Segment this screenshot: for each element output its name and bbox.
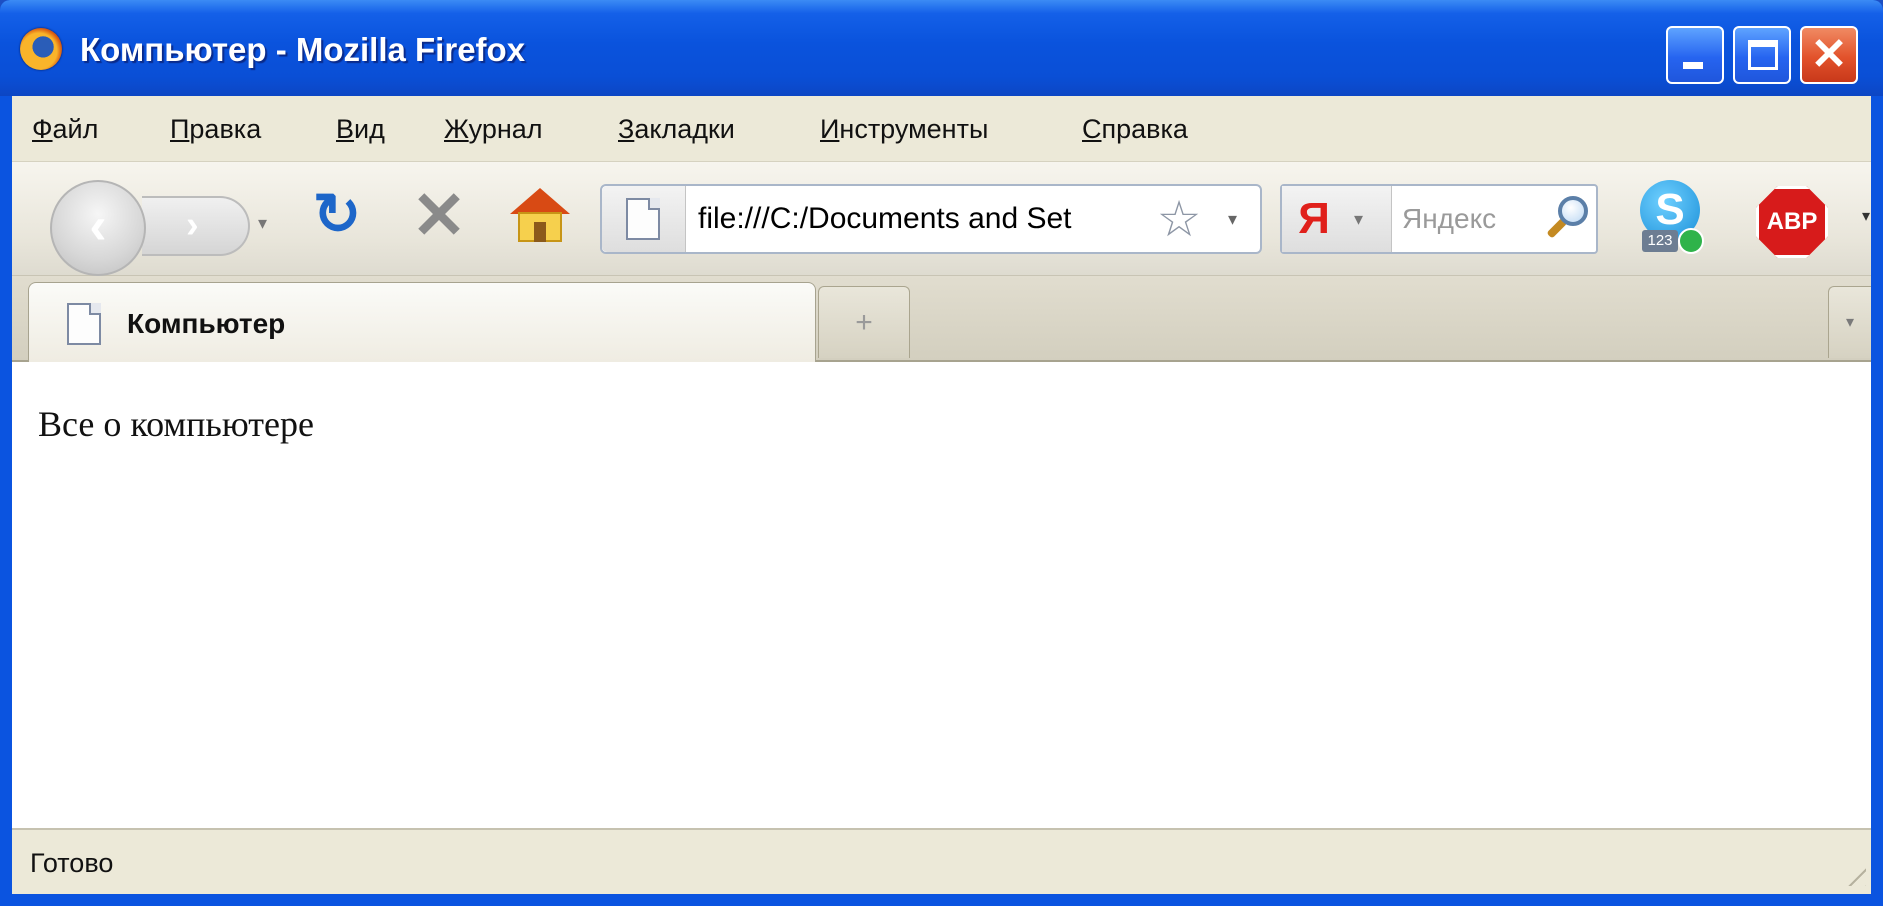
menu-history-accel: Ж — [444, 114, 469, 144]
stop-button[interactable]: ✕ — [408, 182, 470, 248]
menu-file[interactable]: Файл — [32, 111, 98, 147]
menu-history-label: урнал — [468, 114, 543, 144]
list-all-tabs-button[interactable]: ▾ — [1828, 286, 1871, 358]
menu-help[interactable]: Справка — [1082, 111, 1188, 147]
address-bar[interactable]: file:///C:/Documents and Set ☆ ▾ — [600, 184, 1262, 254]
firefox-icon[interactable] — [20, 28, 62, 70]
window-title: Компьютер - Mozilla Firefox — [80, 31, 526, 68]
title-bar[interactable]: Компьютер - Mozilla Firefox ✕ — [0, 0, 1883, 96]
toolbar-overflow-icon[interactable]: ▾ — [1862, 209, 1876, 225]
skype-status-icon — [1678, 228, 1704, 254]
navigation-toolbar: › ‹ ▾ ↻ ✕ file:///C:/Documents and Set ☆… — [12, 162, 1871, 276]
page-text: Все о компьютере — [38, 404, 314, 444]
menu-file-accel: Ф — [32, 114, 53, 144]
page-icon — [67, 303, 101, 345]
menu-view-label: ид — [354, 114, 385, 144]
reload-button[interactable]: ↻ — [308, 186, 366, 244]
home-icon — [510, 188, 570, 214]
yandex-icon: Я — [1298, 194, 1330, 243]
menu-edit[interactable]: Правка — [170, 111, 261, 147]
search-icon-lens — [1558, 196, 1588, 226]
status-bar: Готово — [12, 828, 1871, 894]
reload-icon: ↻ — [312, 182, 362, 247]
forward-button[interactable]: › — [142, 196, 250, 256]
search-bar[interactable]: Я ▾ — [1280, 184, 1598, 254]
skype-badge: 123 — [1642, 230, 1678, 252]
menu-file-label: айл — [52, 114, 99, 144]
plus-icon: + — [855, 306, 873, 339]
menu-bar: Файл Правка Вид Журнал Закладки Инструме… — [12, 96, 1871, 162]
site-identity-button[interactable] — [602, 186, 686, 252]
home-button[interactable] — [510, 188, 570, 244]
search-input[interactable] — [1402, 199, 1538, 239]
menu-tools-accel: И — [820, 114, 840, 144]
search-icon[interactable] — [1544, 194, 1592, 244]
resize-grip[interactable] — [1836, 856, 1866, 886]
menu-history[interactable]: Журнал — [444, 111, 543, 147]
menu-bookmarks[interactable]: Закладки — [618, 111, 735, 147]
menu-edit-label: равка — [189, 114, 262, 144]
menu-bookmarks-accel: З — [618, 114, 635, 144]
page-content: Все о компьютере — [12, 362, 1871, 828]
forward-icon: › — [186, 204, 199, 246]
menu-view-accel: В — [336, 114, 355, 144]
back-icon: ‹ — [89, 197, 107, 255]
minimize-icon — [1683, 62, 1703, 69]
search-engine-dropdown-icon: ▾ — [1354, 209, 1364, 229]
skype-button[interactable]: S 123 — [1638, 180, 1710, 256]
page-icon — [626, 198, 660, 240]
menu-view[interactable]: Вид — [336, 111, 385, 147]
menu-help-label: правка — [1101, 114, 1188, 144]
tab-label: Компьютер — [127, 308, 286, 339]
back-forward-group: › ‹ ▾ — [30, 176, 278, 276]
browser-window: Компьютер - Mozilla Firefox ✕ Файл Правк… — [0, 0, 1883, 906]
chevron-down-icon: ▾ — [1845, 314, 1855, 331]
stop-icon: ✕ — [411, 178, 467, 252]
menu-tools-label: нструменты — [839, 114, 989, 144]
menu-help-accel: С — [1082, 114, 1102, 144]
maximize-icon — [1748, 40, 1778, 70]
url-input[interactable]: file:///C:/Documents and Set — [698, 199, 1138, 239]
menu-edit-accel: П — [170, 114, 190, 144]
new-tab-button[interactable]: + — [818, 286, 910, 358]
minimize-button[interactable] — [1666, 26, 1724, 84]
search-engine-button[interactable]: Я ▾ — [1282, 186, 1392, 252]
close-button[interactable]: ✕ — [1800, 26, 1858, 84]
url-dropdown-icon[interactable]: ▾ — [1228, 210, 1246, 228]
tab-computer[interactable]: Компьютер — [28, 282, 816, 362]
history-dropdown-icon[interactable]: ▾ — [258, 214, 276, 232]
bookmark-star-icon[interactable]: ☆ — [1152, 192, 1206, 246]
close-icon: ✕ — [1810, 30, 1848, 79]
tab-strip: Компьютер + ▾ — [12, 276, 1871, 362]
back-button[interactable]: ‹ — [50, 180, 146, 276]
menu-bookmarks-label: акладки — [634, 114, 735, 144]
maximize-button[interactable] — [1733, 26, 1791, 84]
adblock-plus-icon[interactable]: ABP — [1756, 186, 1828, 258]
home-icon-door — [534, 222, 546, 242]
status-text: Готово — [30, 848, 114, 878]
menu-tools[interactable]: Инструменты — [820, 111, 988, 147]
